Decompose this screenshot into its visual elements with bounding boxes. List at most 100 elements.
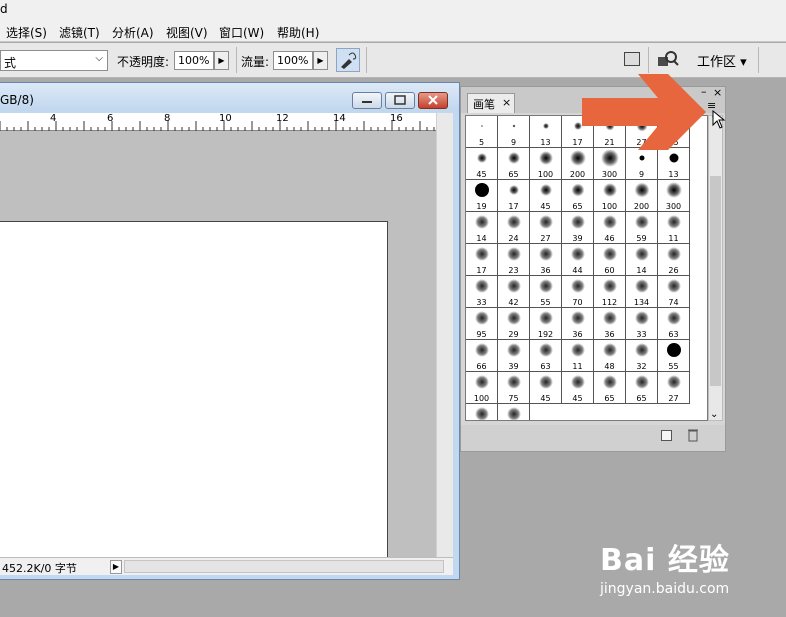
- brush-preset[interactable]: 9: [498, 116, 530, 148]
- brush-preset[interactable]: 100: [530, 148, 562, 180]
- flow-input[interactable]: 100%: [273, 51, 313, 70]
- brush-preset[interactable]: 36: [530, 244, 562, 276]
- brush-preset[interactable]: 300: [658, 180, 690, 212]
- menu-item[interactable]: 帮助(H): [277, 24, 319, 41]
- blend-mode-select[interactable]: 式 ⌵: [0, 50, 108, 71]
- brush-tip-icon: [602, 247, 617, 261]
- brush-tip-icon: [474, 215, 489, 229]
- brush-preset[interactable]: 134: [626, 276, 658, 308]
- trash-icon[interactable]: [687, 428, 699, 442]
- new-brush-icon[interactable]: [661, 430, 672, 441]
- brush-preset[interactable]: 74: [658, 276, 690, 308]
- panel-close-button[interactable]: ×: [713, 86, 722, 99]
- brush-preset[interactable]: 44: [562, 244, 594, 276]
- brush-preset[interactable]: 65: [498, 148, 530, 180]
- brush-preset[interactable]: 23: [498, 244, 530, 276]
- panel-scroll-thumb[interactable]: [710, 176, 721, 386]
- brush-preset[interactable]: 19: [466, 180, 498, 212]
- brush-preset[interactable]: 63: [530, 340, 562, 372]
- brush-preset[interactable]: 17: [466, 244, 498, 276]
- brush-preset[interactable]: 33: [626, 308, 658, 340]
- panel-vertical-scrollbar[interactable]: ⌃ ⌄: [708, 114, 723, 421]
- brush-preset[interactable]: 11: [658, 212, 690, 244]
- bridge-button[interactable]: [656, 49, 680, 71]
- document-horizontal-scrollbar[interactable]: [124, 560, 444, 573]
- brush-preset[interactable]: 45: [466, 148, 498, 180]
- brush-preset[interactable]: 66: [466, 340, 498, 372]
- brush-preset[interactable]: 95: [466, 308, 498, 340]
- menu-item[interactable]: 滤镜(T): [59, 24, 100, 41]
- brush-preset[interactable]: 200: [626, 180, 658, 212]
- brush-preset[interactable]: 65: [562, 180, 594, 212]
- brush-tip-icon: [538, 343, 553, 357]
- brush-preset[interactable]: 24: [498, 212, 530, 244]
- menu-item[interactable]: 窗口(W): [219, 24, 264, 41]
- brush-tip-icon: [665, 182, 682, 198]
- brush-preset[interactable]: 45: [530, 180, 562, 212]
- brush-preset[interactable]: 11: [562, 340, 594, 372]
- brush-size-label: 46: [604, 234, 615, 243]
- brush-size-label: 14: [476, 234, 487, 243]
- brush-preset[interactable]: 42: [498, 276, 530, 308]
- scroll-down-icon[interactable]: ⌄: [710, 409, 718, 420]
- brush-preset[interactable]: 33: [466, 276, 498, 308]
- brush-preset[interactable]: 45: [530, 372, 562, 404]
- brush-preset[interactable]: 14: [466, 212, 498, 244]
- brush-preset[interactable]: 192: [530, 308, 562, 340]
- status-menu-arrow[interactable]: ▶: [110, 560, 122, 574]
- brush-preset[interactable]: 5: [466, 116, 498, 148]
- tab-close-icon[interactable]: ×: [502, 96, 511, 109]
- brush-preset[interactable]: [498, 404, 530, 420]
- brush-preset[interactable]: 36: [562, 308, 594, 340]
- brush-preset[interactable]: 112: [594, 276, 626, 308]
- close-button[interactable]: [418, 92, 448, 109]
- document-titlebar[interactable]: GB/8): [0, 83, 459, 111]
- brush-preset[interactable]: 60: [594, 244, 626, 276]
- brush-size-label: 200: [569, 170, 586, 179]
- menu-item[interactable]: 分析(A): [112, 24, 154, 41]
- brush-preset[interactable]: 27: [658, 372, 690, 404]
- brush-preset[interactable]: 48: [594, 340, 626, 372]
- brush-preset[interactable]: 63: [658, 308, 690, 340]
- flow-slider-toggle[interactable]: ▶: [313, 51, 328, 70]
- menu-item[interactable]: 选择(S): [6, 24, 47, 41]
- airbrush-toggle[interactable]: [336, 48, 360, 72]
- brush-preset[interactable]: 13: [530, 116, 562, 148]
- brush-preset[interactable]: 65: [594, 372, 626, 404]
- brush-size-label: 75: [508, 394, 519, 403]
- brush-preset[interactable]: 100: [594, 180, 626, 212]
- palette-well-icon[interactable]: [624, 52, 640, 66]
- brush-preset[interactable]: 59: [626, 212, 658, 244]
- brush-preset[interactable]: 29: [498, 308, 530, 340]
- brush-tip-icon: [506, 279, 521, 293]
- brush-preset[interactable]: 36: [594, 308, 626, 340]
- brush-preset[interactable]: 14: [626, 244, 658, 276]
- brush-tip-icon: [538, 215, 553, 229]
- brush-preset[interactable]: 75: [498, 372, 530, 404]
- brush-preset[interactable]: 17: [498, 180, 530, 212]
- brush-preset[interactable]: 27: [530, 212, 562, 244]
- document-canvas[interactable]: [0, 221, 388, 561]
- brush-preset[interactable]: 45: [562, 372, 594, 404]
- tab-brushes[interactable]: 画笔 ×: [467, 93, 515, 113]
- brush-preset[interactable]: 65: [626, 372, 658, 404]
- menu-item[interactable]: 视图(V): [166, 24, 208, 41]
- maximize-button[interactable]: [385, 92, 415, 109]
- brush-size-label: 300: [601, 170, 618, 179]
- workspace-menu-button[interactable]: 工作区 ▾: [697, 51, 747, 70]
- document-vertical-scrollbar[interactable]: [436, 113, 453, 557]
- minimize-button[interactable]: [352, 92, 382, 109]
- opacity-slider-toggle[interactable]: ▶: [214, 51, 229, 70]
- brush-preset[interactable]: 100: [466, 372, 498, 404]
- brush-preset[interactable]: 26: [658, 244, 690, 276]
- opacity-input[interactable]: 100%: [174, 51, 214, 70]
- brush-preset[interactable]: 46: [594, 212, 626, 244]
- brush-preset[interactable]: 55: [658, 340, 690, 372]
- brush-preset[interactable]: [466, 404, 498, 420]
- brush-preset[interactable]: 70: [562, 276, 594, 308]
- brush-preset[interactable]: 32: [626, 340, 658, 372]
- brush-preset[interactable]: 39: [498, 340, 530, 372]
- brush-preset[interactable]: 55: [530, 276, 562, 308]
- brush-size-label: 39: [508, 362, 519, 371]
- brush-preset[interactable]: 39: [562, 212, 594, 244]
